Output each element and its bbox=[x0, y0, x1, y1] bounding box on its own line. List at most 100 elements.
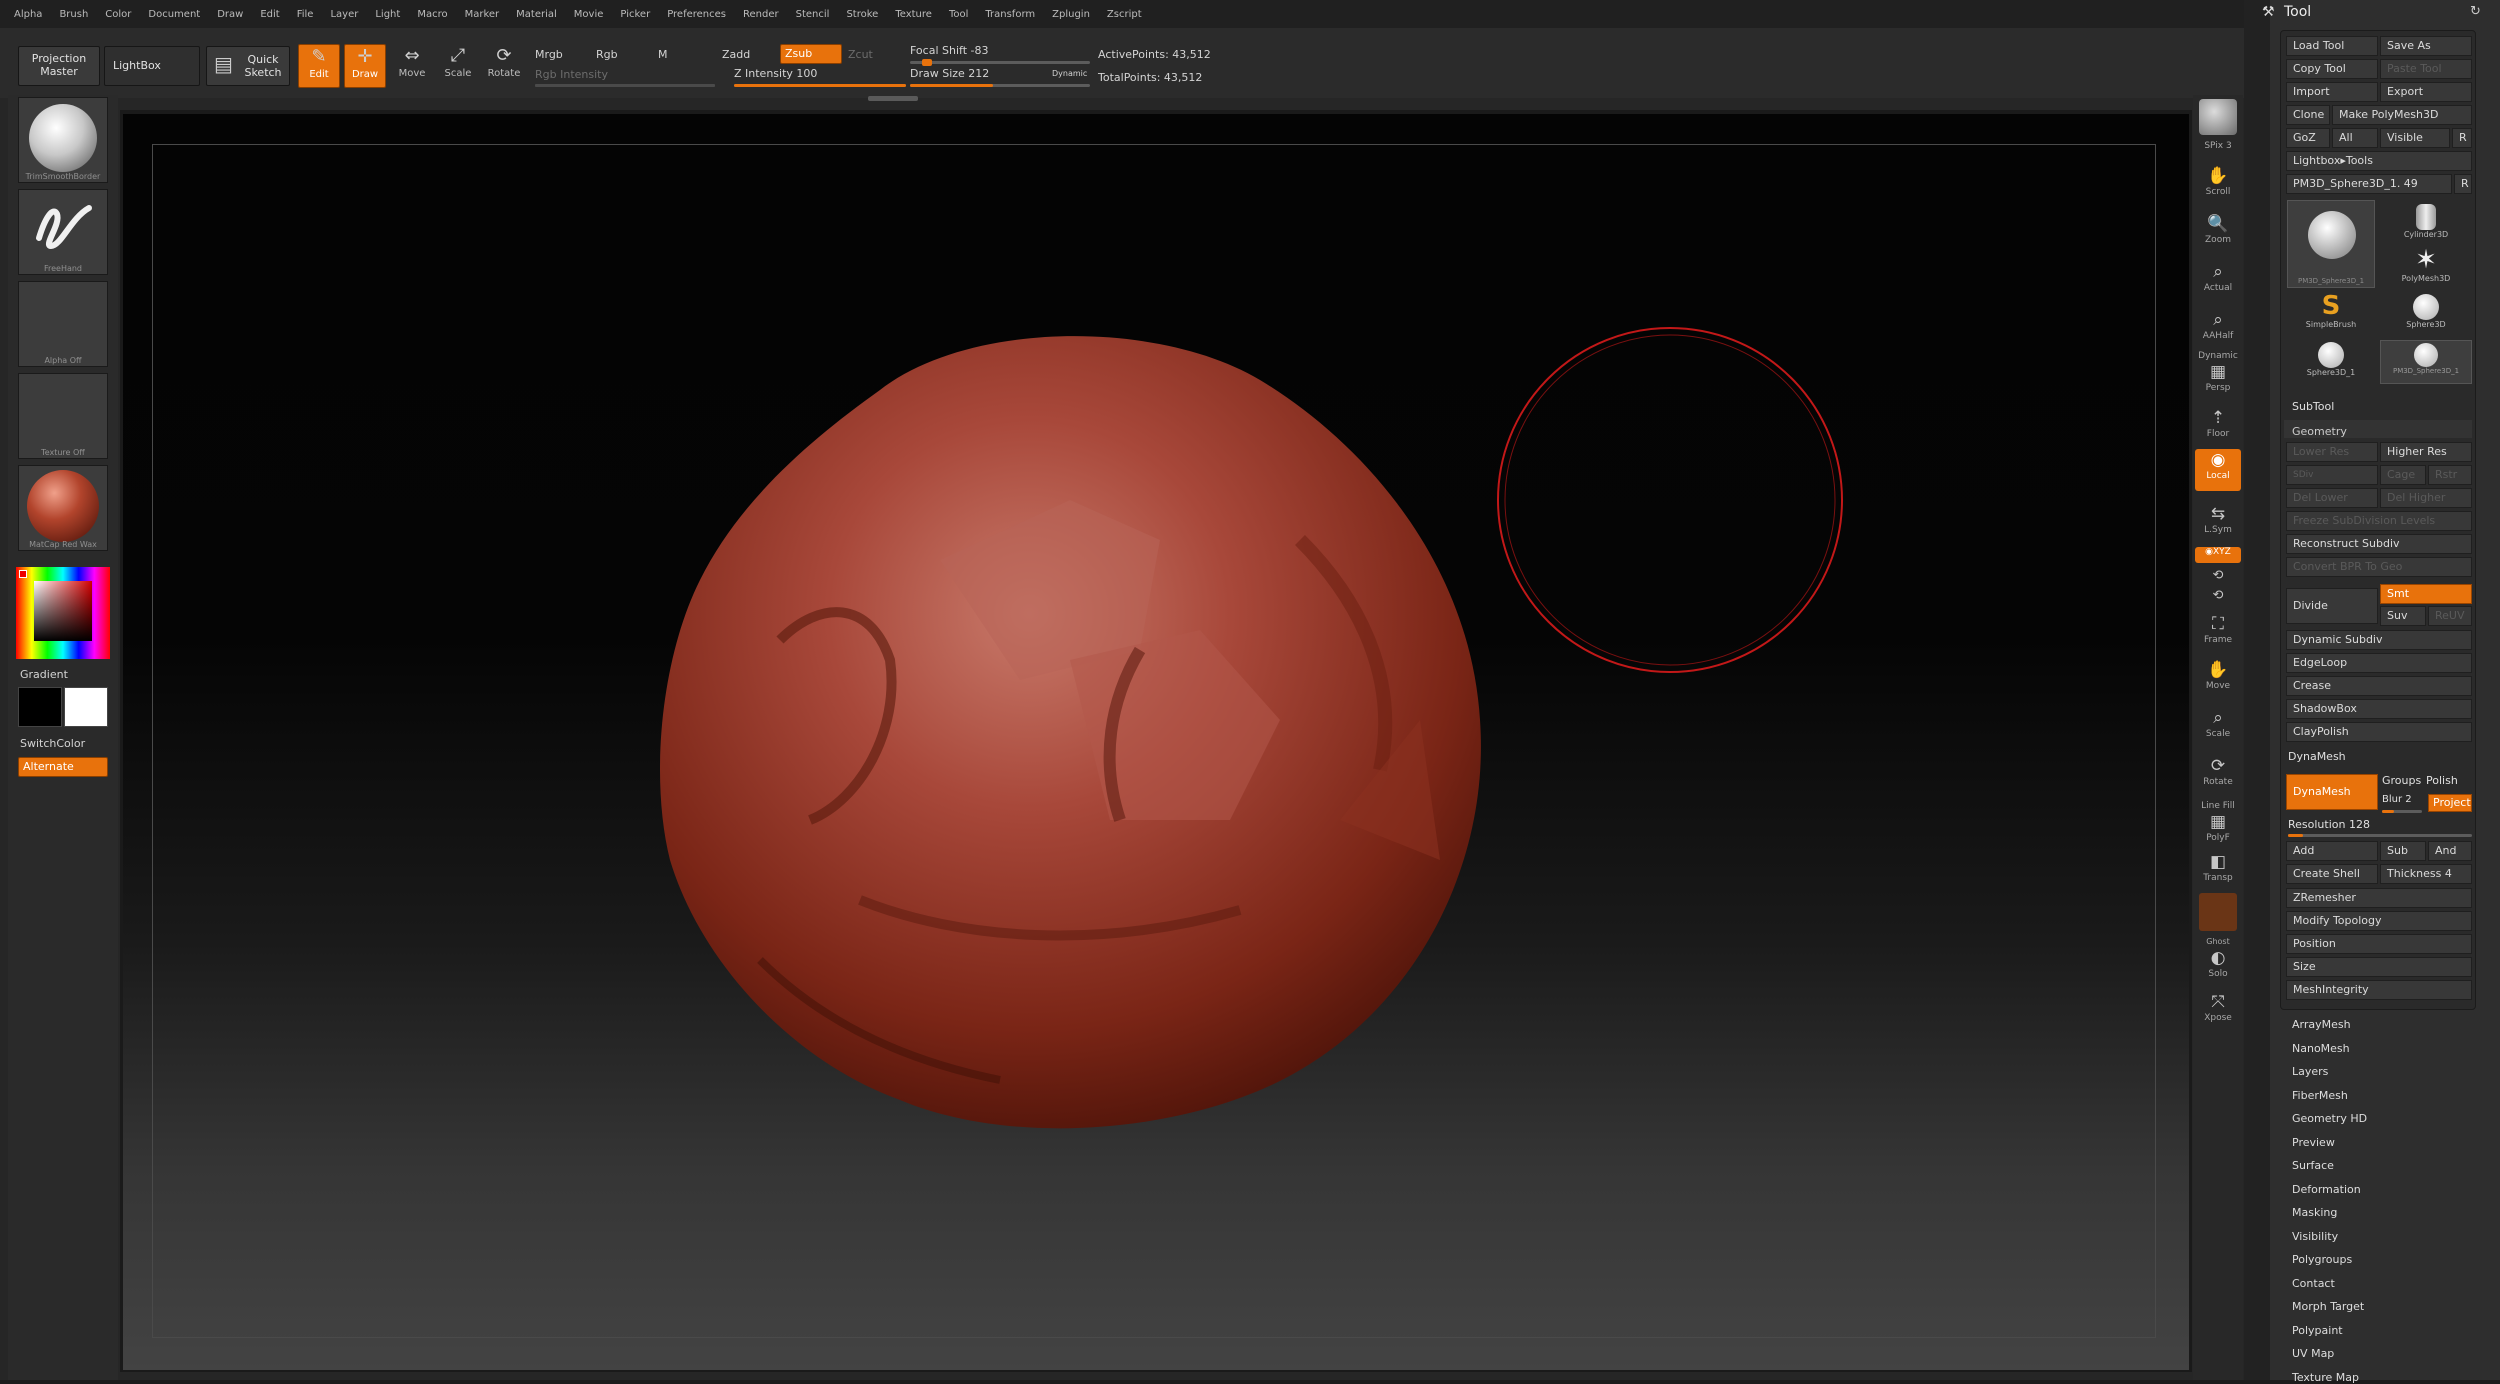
rgb-intensity-track[interactable] bbox=[535, 84, 715, 87]
current-tool-r-button[interactable]: R bbox=[2454, 174, 2472, 194]
subpalette-polygroups[interactable]: Polygroups bbox=[2292, 1253, 2352, 1266]
groups-toggle[interactable]: Groups bbox=[2382, 774, 2421, 787]
position-section[interactable]: Position bbox=[2286, 934, 2472, 954]
menu-layer[interactable]: Layer bbox=[330, 9, 358, 20]
resolution-track[interactable] bbox=[2288, 834, 2472, 837]
solo-button[interactable]: ◐ Solo bbox=[2195, 947, 2241, 979]
thickness-slider[interactable]: Thickness 4 bbox=[2380, 864, 2472, 884]
add-button[interactable]: Add bbox=[2286, 841, 2378, 861]
actual-button[interactable]: ⌕ Actual bbox=[2195, 261, 2241, 293]
tool-thumb-polymesh[interactable]: ✶ PolyMesh3D bbox=[2380, 246, 2472, 290]
local-button[interactable]: ◉ Local bbox=[2195, 449, 2241, 491]
bpr-render-icon[interactable] bbox=[2199, 99, 2237, 135]
menu-draw[interactable]: Draw bbox=[217, 9, 243, 20]
subpalette-layers[interactable]: Layers bbox=[2292, 1065, 2328, 1078]
persp-button[interactable]: ▦ Persp bbox=[2195, 361, 2241, 393]
subpalette-morph-target[interactable]: Morph Target bbox=[2292, 1300, 2364, 1313]
shelf-scroll-handle[interactable] bbox=[868, 96, 918, 101]
create-shell-button[interactable]: Create Shell bbox=[2286, 864, 2378, 884]
menu-movie[interactable]: Movie bbox=[574, 9, 604, 20]
z-intensity-track[interactable] bbox=[734, 84, 906, 87]
spix-button[interactable]: SPix 3 bbox=[2195, 141, 2241, 151]
subpalette-fibermesh[interactable]: FiberMesh bbox=[2292, 1089, 2348, 1102]
main-color-swatch[interactable] bbox=[18, 687, 62, 727]
menu-preferences[interactable]: Preferences bbox=[667, 9, 726, 20]
tool-thumb-pm3d-sphere[interactable]: PM3D_Sphere3D_1 bbox=[2380, 340, 2472, 384]
goz-r-button[interactable]: R bbox=[2452, 128, 2472, 148]
tool-thumb-active[interactable]: PM3D_Sphere3D_1 bbox=[2287, 200, 2375, 288]
subpalette-surface[interactable]: Surface bbox=[2292, 1159, 2334, 1172]
resolution-slider[interactable]: Resolution 128 bbox=[2288, 818, 2370, 831]
move-button[interactable]: ⇔ Move bbox=[390, 44, 434, 88]
tool-thumb-sphere3d-1[interactable]: Sphere3D_1 bbox=[2287, 340, 2375, 384]
lightbox-tools-button[interactable]: Lightbox▸Tools bbox=[2286, 151, 2472, 171]
switch-color-button[interactable]: SwitchColor bbox=[20, 737, 85, 750]
goz-all-button[interactable]: All bbox=[2332, 128, 2378, 148]
rotate-view-button[interactable]: ⟳ Rotate bbox=[2195, 755, 2241, 787]
dynamesh-sphere-model[interactable] bbox=[640, 300, 1500, 1160]
subpalette-arraymesh[interactable]: ArrayMesh bbox=[2292, 1018, 2351, 1031]
meshintegrity-section[interactable]: MeshIntegrity bbox=[2286, 980, 2472, 1000]
xyz-button[interactable]: ◉XYZ bbox=[2195, 547, 2241, 563]
subpalette-nanomesh[interactable]: NanoMesh bbox=[2292, 1042, 2350, 1055]
material-thumbnail[interactable]: MatCap Red Wax bbox=[18, 465, 108, 551]
divide-button[interactable]: Divide bbox=[2286, 588, 2378, 624]
import-button[interactable]: Import bbox=[2286, 82, 2378, 102]
menu-render[interactable]: Render bbox=[743, 9, 779, 20]
reconstruct-subdiv-button[interactable]: Reconstruct Subdiv bbox=[2286, 534, 2472, 554]
rotate-axis-z-icon[interactable]: ⟲ bbox=[2195, 585, 2241, 607]
floor-button[interactable]: ⇡ Floor bbox=[2195, 407, 2241, 439]
mrgb-button[interactable]: Mrgb bbox=[535, 48, 563, 61]
scale-button[interactable]: ⤢ Scale bbox=[436, 44, 480, 88]
menu-document[interactable]: Document bbox=[148, 9, 200, 20]
menu-color[interactable]: Color bbox=[105, 9, 131, 20]
and-button[interactable]: And bbox=[2428, 841, 2472, 861]
shadowbox-section[interactable]: ShadowBox bbox=[2286, 699, 2472, 719]
crease-section[interactable]: Crease bbox=[2286, 676, 2472, 696]
size-section[interactable]: Size bbox=[2286, 957, 2472, 977]
subpalette-masking[interactable]: Masking bbox=[2292, 1206, 2337, 1219]
lightbox-button[interactable]: LightBox bbox=[104, 46, 200, 86]
modify-topology-section[interactable]: Modify Topology bbox=[2286, 911, 2472, 931]
copy-tool-button[interactable]: Copy Tool bbox=[2286, 59, 2378, 79]
transp-button[interactable]: ◧ Transp bbox=[2195, 851, 2241, 883]
subpalette-deformation[interactable]: Deformation bbox=[2292, 1183, 2361, 1196]
palette-divider[interactable] bbox=[2244, 0, 2270, 1380]
geometry-header[interactable]: Geometry bbox=[2284, 420, 2472, 438]
make-polymesh-button[interactable]: Make PolyMesh3D bbox=[2332, 105, 2472, 125]
menu-zplugin[interactable]: Zplugin bbox=[1052, 9, 1090, 20]
export-button[interactable]: Export bbox=[2380, 82, 2472, 102]
menu-transform[interactable]: Transform bbox=[985, 9, 1035, 20]
subpalette-preview[interactable]: Preview bbox=[2292, 1136, 2335, 1149]
menu-zscript[interactable]: Zscript bbox=[1107, 9, 1142, 20]
higher-res-button[interactable]: Higher Res bbox=[2380, 442, 2472, 462]
zremesher-section[interactable]: ZRemesher bbox=[2286, 888, 2472, 908]
alpha-thumbnail[interactable]: Alpha Off bbox=[18, 281, 108, 367]
lsym-button[interactable]: ⇆ L.Sym bbox=[2195, 503, 2241, 535]
smt-toggle[interactable]: Smt bbox=[2380, 584, 2472, 604]
menu-light[interactable]: Light bbox=[375, 9, 400, 20]
tool-thumb-cylinder[interactable]: Cylinder3D bbox=[2380, 200, 2472, 244]
gradient-label[interactable]: Gradient bbox=[20, 668, 68, 681]
menu-edit[interactable]: Edit bbox=[260, 9, 279, 20]
z-intensity-slider[interactable]: Z Intensity 100 bbox=[734, 67, 817, 80]
blur-slider[interactable]: Blur 2 bbox=[2382, 794, 2412, 805]
sub-button[interactable]: Sub bbox=[2380, 841, 2426, 861]
del-higher-button[interactable]: Del Higher bbox=[2380, 488, 2472, 508]
rstr-button[interactable]: Rstr bbox=[2428, 465, 2472, 485]
cage-button[interactable]: Cage bbox=[2380, 465, 2426, 485]
menu-stencil[interactable]: Stencil bbox=[796, 9, 830, 20]
subtool-section[interactable]: SubTool bbox=[2292, 400, 2334, 413]
scale-view-button[interactable]: ⌕ Scale bbox=[2195, 707, 2241, 739]
m-button[interactable]: M bbox=[658, 48, 668, 61]
tool-thumb-sphere3d[interactable]: Sphere3D bbox=[2380, 292, 2472, 336]
rgb-button[interactable]: Rgb bbox=[596, 48, 618, 61]
tool-palette-title[interactable]: Tool bbox=[2284, 4, 2311, 20]
polyf-button[interactable]: ▦ PolyF bbox=[2195, 811, 2241, 843]
menu-material[interactable]: Material bbox=[516, 9, 557, 20]
save-as-button[interactable]: Save As bbox=[2380, 36, 2472, 56]
dynamic-subdiv-section[interactable]: Dynamic Subdiv bbox=[2286, 630, 2472, 650]
menu-stroke[interactable]: Stroke bbox=[846, 9, 878, 20]
texture-thumbnail[interactable]: Texture Off bbox=[18, 373, 108, 459]
zoom-button[interactable]: 🔍 Zoom bbox=[2195, 213, 2241, 245]
